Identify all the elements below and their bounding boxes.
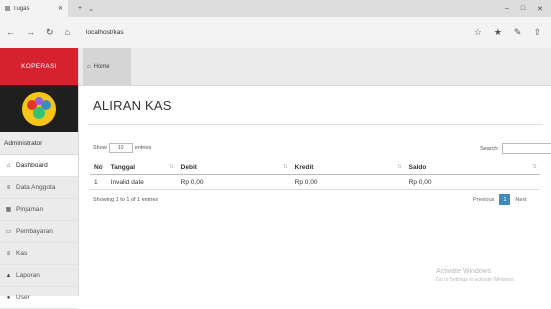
tab-list-icon[interactable]: ⌄	[88, 5, 94, 13]
sidebar-item-pembayaran[interactable]: ▭ Pembayaran	[0, 221, 78, 243]
cell-saldo: Rp 0,00	[404, 174, 540, 190]
next-button[interactable]: Next	[512, 195, 529, 205]
avatar-panel	[0, 85, 78, 132]
home-label: Home	[93, 63, 110, 70]
show-label: Show	[93, 145, 107, 151]
entries-select[interactable]: 10	[108, 143, 133, 153]
sidebar-section-label: Administrator	[0, 132, 78, 155]
pagination: Previous 1 Next	[470, 194, 530, 205]
sidebar-item-label: Pinjaman	[16, 206, 44, 213]
tab-title: Tugas	[13, 5, 30, 12]
column-header-saldo[interactable]: Saldo ⇅	[404, 160, 540, 175]
home-icon: ⌂	[87, 63, 91, 70]
address-bar: ← → ↻ ⌂ localhost/kas ☆ ★ ✎ ⇧	[0, 17, 551, 49]
notes-icon[interactable]: ✎	[514, 27, 522, 38]
column-header-kredit[interactable]: Kredit ⇅	[290, 160, 405, 175]
tab-close-icon[interactable]: ✕	[58, 5, 63, 12]
entries-label: entries	[134, 145, 152, 151]
avatar	[22, 91, 56, 126]
favorites-list-icon[interactable]: ★	[494, 27, 502, 38]
column-header-tanggal[interactable]: Tanggal ⇅	[106, 160, 177, 175]
show-entries: Show 10 entries	[93, 143, 151, 153]
table-info: Showing 1 to 1 of 1 entries	[93, 197, 159, 203]
sidebar-item-dashboard[interactable]: ⌂ Dashboard	[0, 155, 78, 177]
toolbar-icons: ☆ ★ ✎ ⇧	[474, 27, 551, 38]
minimize-icon[interactable]: –	[505, 5, 509, 13]
title-divider	[88, 124, 543, 125]
page-1-button[interactable]: 1	[499, 194, 511, 205]
watermark-subtitle: Go to Settings to activate Windows.	[436, 277, 515, 283]
list-icon: ≡	[6, 184, 11, 191]
chart-icon: ▲	[5, 272, 12, 279]
sidebar-item-label: Data Anggota	[16, 184, 56, 191]
watermark-title: Activate Windows	[436, 268, 492, 275]
tab-favicon-icon	[5, 6, 10, 11]
sidebar-item-label: User	[16, 294, 30, 301]
user-icon: ●	[6, 294, 11, 301]
maximize-icon[interactable]: □	[521, 5, 525, 13]
forward-icon[interactable]: →	[26, 27, 35, 38]
search-label: Search:	[480, 145, 499, 152]
nav-buttons: ← → ↻ ⌂	[0, 27, 86, 38]
card-icon: ▭	[5, 229, 12, 235]
new-tab-icon[interactable]: +	[78, 5, 82, 13]
sidebar-item-user[interactable]: ● User	[0, 287, 78, 309]
home-icon: ⌂	[6, 162, 11, 169]
cell-no: 1	[90, 174, 107, 190]
column-header-debit[interactable]: Debit ⇅	[176, 160, 291, 175]
sidebar-item-laporan[interactable]: ▲ Laporan	[0, 265, 78, 287]
sidebar-item-label: Laporan	[16, 272, 40, 279]
page-title: ALIRAN KAS	[93, 98, 172, 113]
previous-button[interactable]: Previous	[470, 195, 497, 205]
column-header-no[interactable]: No ⇅	[90, 160, 107, 175]
cell-debit: Rp 0,00	[176, 174, 291, 190]
activate-windows-watermark: Activate Windows Go to Settings to activ…	[436, 267, 515, 285]
tab-actions: + ⌄	[68, 5, 94, 13]
sidebar-item-label: Kas	[16, 250, 28, 257]
cell-kredit: Rp 0,00	[290, 174, 405, 190]
window-controls: – □ ✕	[505, 5, 551, 13]
search-input[interactable]	[501, 143, 551, 154]
sidebar: KOPERASI Administrator ⌂ Dashboard ≡ Dat…	[0, 48, 79, 309]
share-icon[interactable]: ⇧	[533, 27, 541, 38]
sidebar-item-label: Pembayaran	[16, 228, 53, 235]
refresh-icon[interactable]: ↻	[46, 27, 54, 38]
url-field[interactable]: localhost/kas	[86, 29, 466, 36]
table-search: Search:	[480, 143, 551, 154]
table-row: 1 Invalid date Rp 0,00 Rp 0,00 Rp 0,00	[90, 174, 540, 190]
table-icon: ▦	[5, 207, 12, 213]
brand-logo[interactable]: KOPERASI	[0, 48, 78, 85]
home-breadcrumb[interactable]: ⌂ Home	[83, 48, 131, 85]
table-header-row: No ⇅ Tanggal ⇅ Debit ⇅ Kredit ⇅ Saldo ⇅	[90, 160, 540, 175]
kas-icon: ≡	[6, 250, 11, 257]
cell-tanggal: Invalid date	[106, 174, 177, 190]
sidebar-item-pinjaman[interactable]: ▦ Pinjaman	[0, 199, 78, 221]
sidebar-item-data-anggota[interactable]: ≡ Data Anggota	[0, 177, 78, 199]
kas-table: No ⇅ Tanggal ⇅ Debit ⇅ Kredit ⇅ Saldo ⇅ 1 Inv…	[90, 160, 540, 190]
sidebar-item-kas[interactable]: ≡ Kas	[0, 243, 78, 265]
content-topbar: ⌂ Home	[79, 48, 551, 86]
favorite-icon[interactable]: ☆	[474, 27, 482, 38]
close-window-icon[interactable]: ✕	[537, 5, 543, 13]
browser-titlebar: Tugas ✕ + ⌄ – □ ✕	[0, 0, 551, 17]
home-nav-icon[interactable]: ⌂	[65, 27, 70, 38]
browser-tab[interactable]: Tugas ✕	[0, 0, 68, 17]
sidebar-item-label: Dashboard	[16, 162, 48, 169]
back-icon[interactable]: ←	[6, 27, 15, 38]
